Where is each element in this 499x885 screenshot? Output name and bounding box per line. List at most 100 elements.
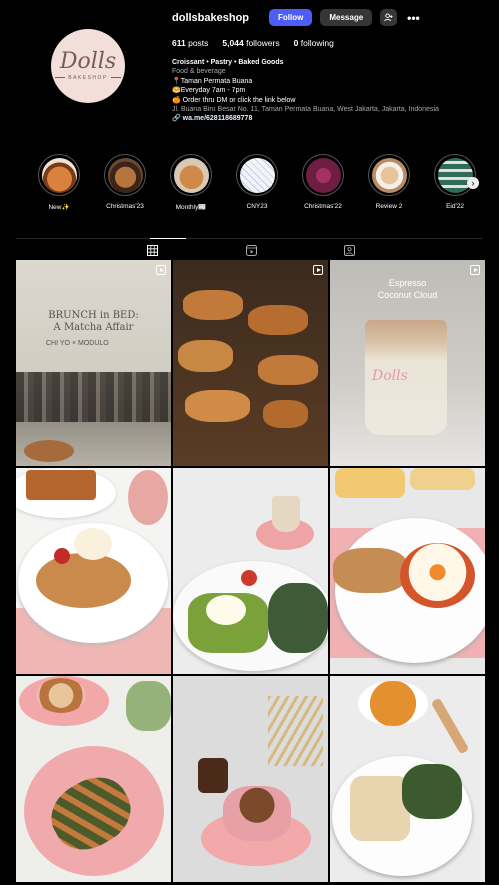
highlight-label: Christmas'23	[106, 203, 144, 210]
dish	[335, 468, 405, 498]
egg	[206, 595, 246, 625]
post-subtitle: A Matcha Affair	[53, 322, 134, 333]
highlight-thumb	[107, 157, 143, 193]
eggs-sauce	[400, 543, 475, 608]
reel-icon	[156, 265, 166, 275]
bio-link[interactable]: 🔗 wa.me/628118689778	[172, 114, 472, 123]
highlight-label: Christmas'22	[304, 203, 342, 210]
follow-button[interactable]: Follow	[269, 9, 313, 26]
message-button[interactable]: Message	[320, 9, 373, 26]
reel-icon	[470, 265, 480, 275]
tab-reels[interactable]	[244, 243, 258, 257]
profile-stats: 611 posts 5,044 followers 0 following	[172, 38, 334, 48]
active-tab-indicator	[150, 238, 186, 239]
highlight-item[interactable]: Review 2	[367, 154, 411, 210]
coffee-cup	[128, 470, 168, 525]
bio-address[interactable]: Jl. Buana Biru Besar No. 11, Taman Perma…	[172, 105, 472, 114]
highlight-item[interactable]: New✨	[37, 154, 81, 211]
strawberry	[54, 548, 70, 564]
profile-avatar[interactable]: Dolls BAKESHOP	[51, 29, 125, 103]
dish	[410, 468, 475, 490]
highlight-item[interactable]: Christmas'22	[301, 154, 345, 210]
croissant-shape	[178, 340, 233, 372]
grid-post[interactable]	[173, 468, 328, 674]
chevron-right-icon[interactable]: ›	[467, 177, 479, 189]
toast	[350, 776, 410, 841]
soup-bowl	[358, 681, 428, 726]
tab-posts[interactable]	[145, 243, 159, 257]
grid-post[interactable]	[173, 676, 328, 882]
grid-post[interactable]	[16, 468, 171, 674]
latte-cup	[36, 678, 86, 713]
grid-post[interactable]: BRUNCH in BED: A Matcha Affair CHI YO × …	[16, 260, 171, 466]
cup-logo: Dolls	[372, 368, 408, 384]
salad	[268, 583, 328, 653]
followers-count[interactable]: 5,044 followers	[222, 38, 279, 48]
posts-count: 611 posts	[172, 38, 209, 48]
following-count[interactable]: 0 following	[294, 38, 334, 48]
toast	[26, 470, 96, 500]
tomato	[241, 570, 257, 586]
post-subtitle: Coconut Cloud	[377, 290, 438, 300]
grid-post[interactable]	[330, 676, 485, 882]
bio-category: Food & beverage	[172, 68, 226, 76]
highlight-label: CNY23	[246, 203, 268, 210]
highlight-item[interactable]: Christmas'23	[103, 154, 147, 210]
coffee-cup	[272, 496, 300, 532]
highlight-thumb	[173, 157, 209, 193]
highlight-thumb	[239, 157, 275, 193]
wheat	[268, 696, 323, 766]
post-brand: CHI YO × MODULO	[46, 340, 109, 347]
highlight-label: Monthly📰	[175, 204, 207, 211]
highlight-item[interactable]: Monthly📰	[169, 154, 213, 211]
highlight-label: New✨	[48, 204, 70, 211]
croissant-shape	[258, 355, 318, 385]
group-photo	[16, 372, 171, 422]
profile-bio: Croissant • Pastry • Baked Goods Food & …	[172, 58, 472, 124]
pancakes	[36, 553, 131, 608]
grid-icon	[146, 244, 158, 256]
post-title: Espresso	[388, 278, 427, 288]
profile-tabs	[16, 238, 483, 261]
highlight-thumb	[437, 157, 473, 193]
croissant-shape	[185, 390, 250, 422]
logo-text: Dolls	[59, 49, 117, 74]
profile-header: dollsbakeshop Follow Message •••	[172, 9, 420, 26]
username: dollsbakeshop	[172, 11, 250, 24]
link-icon: 🔗	[172, 115, 183, 123]
coffee-cup	[223, 786, 291, 841]
tab-tagged[interactable]	[342, 243, 356, 257]
bio-line: 🥯Everyday 7am - 7pm	[172, 87, 246, 95]
croissant-shape	[248, 305, 308, 335]
bio-line: 🍊 Order thru DM or click the link below	[172, 96, 296, 104]
croissant-shape	[263, 400, 308, 428]
highlight-item[interactable]: CNY23	[235, 154, 279, 210]
grid-post[interactable]	[16, 676, 171, 882]
ice-cream	[74, 528, 112, 560]
highlight-thumb	[305, 157, 341, 193]
tagged-icon	[343, 244, 355, 256]
highlight-thumb	[41, 157, 77, 193]
cutlery	[430, 697, 470, 755]
reel-icon	[313, 265, 323, 275]
plant	[126, 681, 171, 731]
posts-grid: BRUNCH in BED: A Matcha Affair CHI YO × …	[16, 260, 485, 885]
grid-post[interactable]: Espresso Coconut Cloud Dolls	[330, 260, 485, 466]
more-options-icon[interactable]: •••	[407, 11, 420, 25]
highlight-thumb	[371, 157, 407, 193]
grid-post[interactable]	[330, 468, 485, 674]
grid-post[interactable]	[173, 260, 328, 466]
story-highlights: New✨ Christmas'23 Monthly📰 CNY23 Christm…	[37, 154, 482, 214]
post-food	[24, 440, 74, 462]
canele	[198, 758, 228, 793]
logo-subtext: BAKESHOP	[68, 75, 108, 81]
bread	[333, 548, 408, 593]
post-title: BRUNCH in BED:	[48, 310, 139, 321]
highlight-label: Review 2	[375, 203, 403, 210]
suggested-accounts-button[interactable]	[380, 9, 398, 26]
add-person-icon	[384, 13, 393, 22]
bio-name: Croissant • Pastry • Baked Goods	[172, 59, 284, 66]
salad	[402, 764, 462, 819]
bio-line: 📍Taman Permata Buana	[172, 77, 253, 85]
reels-icon	[245, 244, 257, 256]
